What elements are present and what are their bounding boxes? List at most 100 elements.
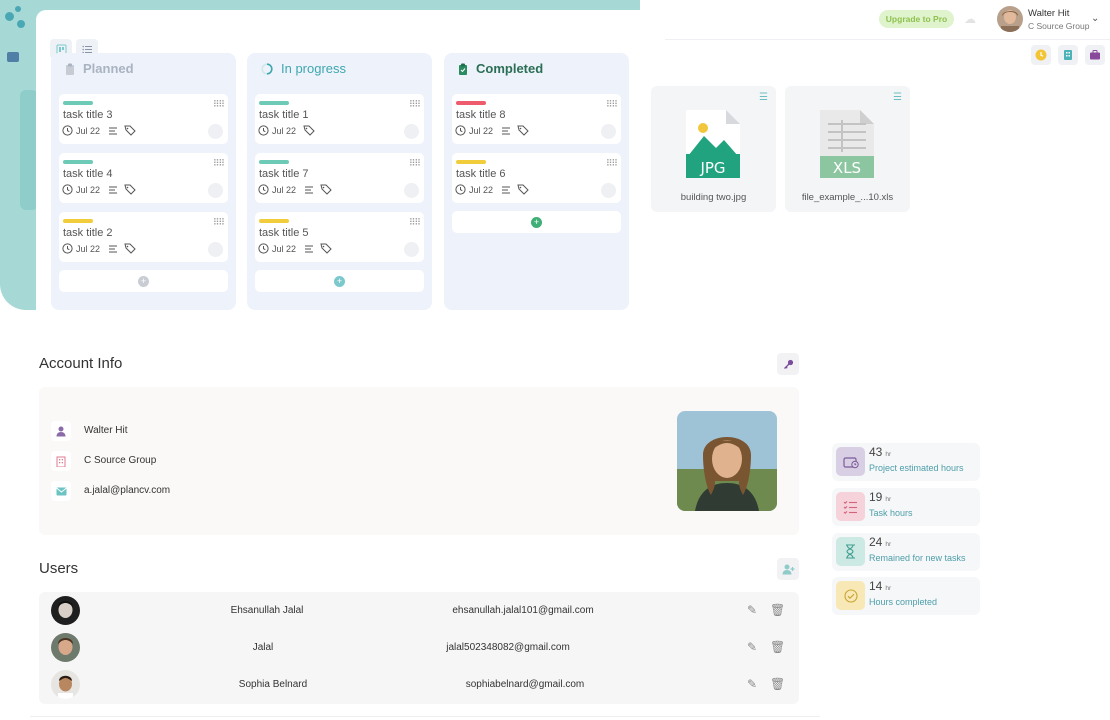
tag-icon <box>517 125 529 136</box>
tag-icon <box>320 243 332 254</box>
assignee-avatar-placeholder[interactable] <box>404 183 419 198</box>
stat-unit: hr <box>885 585 892 592</box>
account-info-title: Account Info <box>39 355 123 372</box>
assignee-avatar-placeholder[interactable] <box>404 124 419 139</box>
checklist-icon[interactable]: ☰ <box>893 92 902 103</box>
user-avatar[interactable] <box>997 6 1023 32</box>
assignee-avatar-placeholder[interactable] <box>208 242 223 257</box>
account-org: C Source Group <box>84 455 157 466</box>
edit-icon[interactable]: ✎ <box>747 677 757 691</box>
task-card[interactable]: ⠿⠿ task title 1 Jul 22 <box>255 94 424 144</box>
drag-handle-icon[interactable]: ⠿⠿ <box>213 217 225 228</box>
app-logo <box>2 4 32 30</box>
user-email: ehsanullah.jalal101@gmail.com <box>452 605 594 616</box>
chevron-down-icon[interactable]: ⌄ <box>1091 13 1099 24</box>
stat-card: 24 hr Remained for new tasks <box>832 533 980 571</box>
trash-icon[interactable]: 🗑 <box>770 603 785 617</box>
task-meta: Jul 22 <box>62 184 136 195</box>
checklist-icon[interactable]: ☰ <box>759 92 768 103</box>
column-header: In progress <box>261 61 346 76</box>
task-title: task title 8 <box>456 109 506 121</box>
task-date: Jul 22 <box>272 184 297 195</box>
change-password-button[interactable] <box>777 353 799 375</box>
drag-handle-icon[interactable]: ⠿⠿ <box>213 158 225 169</box>
add-task-button[interactable]: + <box>452 211 621 233</box>
task-card[interactable]: ⠿⠿ task title 8 Jul 22 <box>452 94 621 144</box>
clock-icon <box>62 184 73 195</box>
kanban-column-planned: Planned ⠿⠿ task title 3 Jul 22 ⠿⠿ task t… <box>51 53 236 310</box>
clipboard-check-icon <box>459 63 467 75</box>
tag-icon <box>320 184 332 195</box>
account-email: a.jalal@plancv.com <box>84 485 171 496</box>
column-title: Planned <box>83 61 134 76</box>
clipboard-icon <box>66 63 74 75</box>
jpg-file-icon: JPG <box>686 110 740 178</box>
clock-icon <box>258 243 269 254</box>
kanban-column-completed: Completed ⠿⠿ task title 8 Jul 22 ⠿⠿ task… <box>444 53 629 310</box>
brain-icon[interactable]: ☁ <box>964 12 976 26</box>
trash-icon[interactable]: 🗑 <box>770 677 785 691</box>
tag-icon <box>517 184 529 195</box>
add-task-button[interactable]: + <box>59 270 228 292</box>
clock-icon <box>455 184 466 195</box>
task-date: Jul 22 <box>272 125 297 136</box>
edit-icon[interactable]: ✎ <box>747 603 757 617</box>
drag-handle-icon[interactable]: ⠿⠿ <box>606 158 618 169</box>
task-card[interactable]: ⠿⠿ task title 6 Jul 22 <box>452 153 621 203</box>
task-card[interactable]: ⠿⠿ task title 4 Jul 22 <box>59 153 228 203</box>
task-card[interactable]: ⠿⠿ task title 7 Jul 22 <box>255 153 424 203</box>
edit-icon[interactable]: ✎ <box>747 640 757 654</box>
avatar <box>51 596 80 625</box>
task-meta: Jul 22 <box>62 243 136 254</box>
drag-handle-icon[interactable]: ⠿⠿ <box>606 99 618 110</box>
task-meta: Jul 22 <box>455 125 529 136</box>
user-email: sophiabelnard@gmail.com <box>465 679 585 690</box>
assignee-avatar-placeholder[interactable] <box>208 183 223 198</box>
task-meta: Jul 22 <box>258 125 315 136</box>
task-date: Jul 22 <box>469 125 494 136</box>
assignee-avatar-placeholder[interactable] <box>208 124 223 139</box>
task-list-icon <box>836 492 865 521</box>
briefcase-tool-button[interactable] <box>1085 45 1105 65</box>
office-tool-button[interactable] <box>1058 45 1078 65</box>
upgrade-button[interactable]: Upgrade to Pro <box>879 10 954 28</box>
sidebar-inbox-icon[interactable] <box>7 52 19 62</box>
card-color-tag <box>63 219 93 223</box>
user-name: Jalal <box>252 642 274 653</box>
stat-card: 14 hr Hours completed <box>832 577 980 615</box>
card-color-tag <box>259 160 289 164</box>
file-card[interactable]: ☰ XLS file_example_...10.xls <box>785 86 910 212</box>
task-card[interactable]: ⠿⠿ task title 3 Jul 22 <box>59 94 228 144</box>
assignee-avatar-placeholder[interactable] <box>601 183 616 198</box>
stat-label: Remained for new tasks <box>869 553 966 563</box>
assignee-avatar-placeholder[interactable] <box>404 242 419 257</box>
card-color-tag <box>259 219 289 223</box>
drag-handle-icon[interactable]: ⠿⠿ <box>213 99 225 110</box>
file-card[interactable]: ☰ JPG building two.jpg <box>651 86 776 212</box>
xls-file-icon: XLS <box>820 110 874 178</box>
card-color-tag <box>456 160 486 164</box>
add-task-button[interactable]: + <box>255 270 424 292</box>
clock-icon <box>258 184 269 195</box>
drag-handle-icon[interactable]: ⠿⠿ <box>409 99 421 110</box>
clock-tool-button[interactable] <box>1031 45 1051 65</box>
task-card[interactable]: ⠿⠿ task title 5 Jul 22 <box>255 212 424 262</box>
file-name: building two.jpg <box>680 192 747 203</box>
stat-label: Project estimated hours <box>869 463 964 473</box>
key-icon <box>783 359 793 369</box>
task-card[interactable]: ⠿⠿ task title 2 Jul 22 <box>59 212 228 262</box>
trash-icon[interactable]: 🗑 <box>770 640 785 654</box>
stat-card: 43 hr Project estimated hours <box>832 443 980 481</box>
drag-handle-icon[interactable]: ⠿⠿ <box>409 217 421 228</box>
drag-handle-icon[interactable]: ⠿⠿ <box>409 158 421 169</box>
column-header: Completed <box>458 61 543 76</box>
assignee-avatar-placeholder[interactable] <box>601 124 616 139</box>
mail-icon <box>51 481 71 501</box>
clock-icon <box>1035 49 1047 61</box>
description-icon <box>109 245 118 252</box>
hourglass-icon <box>836 537 865 566</box>
stat-card: 19 hr Task hours <box>832 488 980 526</box>
stat-unit: hr <box>885 496 892 503</box>
stat-value: 19 <box>869 490 883 504</box>
add-user-button[interactable] <box>777 558 799 580</box>
